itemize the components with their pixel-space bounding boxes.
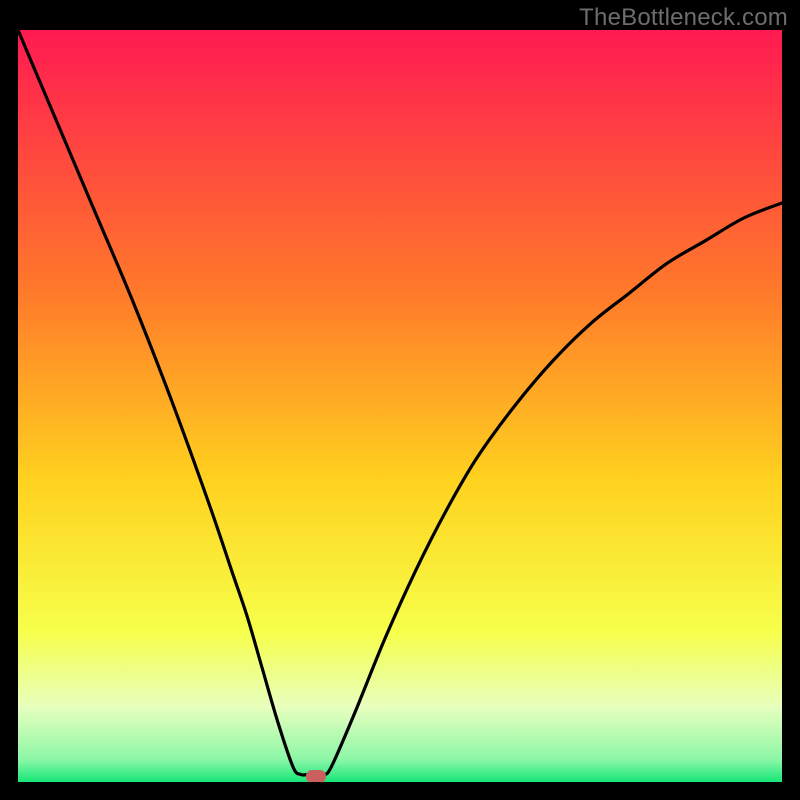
optimum-marker	[306, 770, 326, 782]
chart-container: TheBottleneck.com	[0, 0, 800, 800]
plot-area	[18, 30, 782, 782]
gradient-background	[18, 30, 782, 782]
watermark-text: TheBottleneck.com	[579, 4, 788, 32]
chart-svg	[18, 30, 782, 782]
